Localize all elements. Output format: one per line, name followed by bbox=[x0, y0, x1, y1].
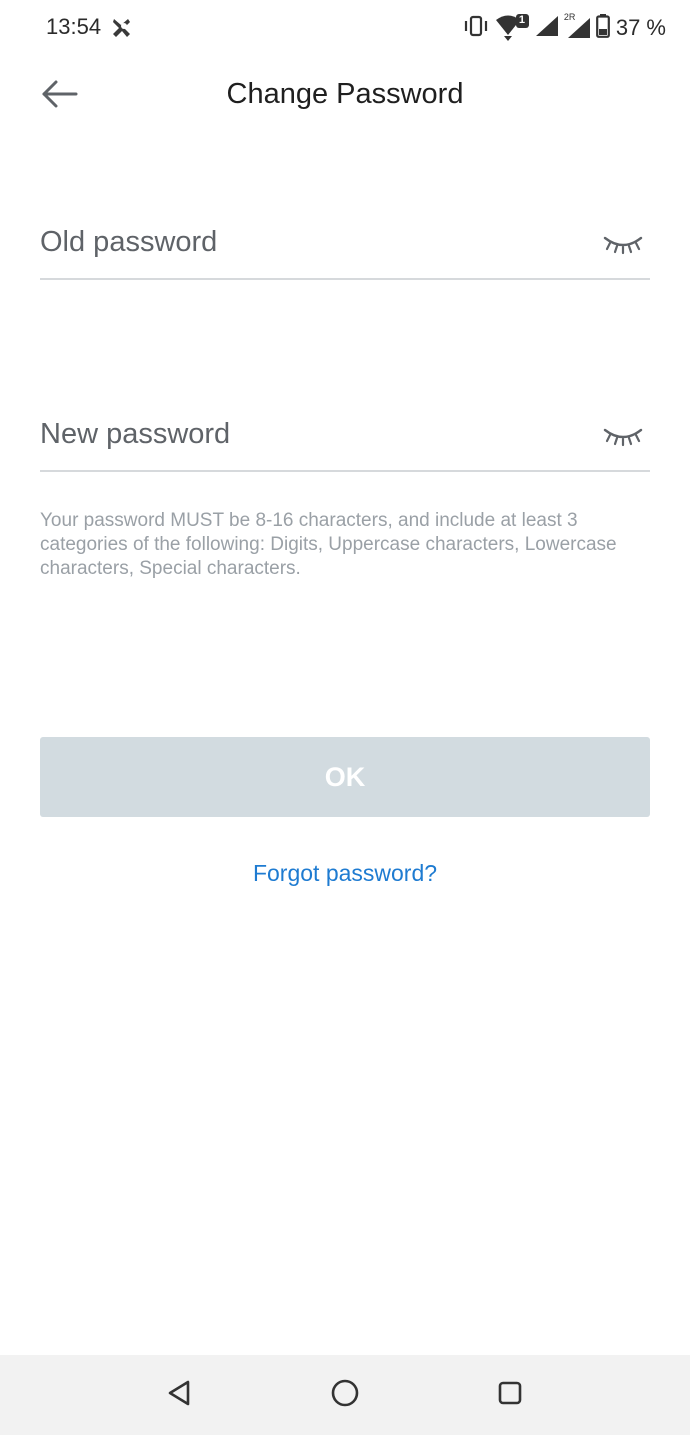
navigation-bar bbox=[0, 1355, 690, 1435]
eye-closed-icon[interactable] bbox=[602, 424, 644, 450]
eye-closed-icon[interactable] bbox=[602, 232, 644, 258]
nav-back-button[interactable] bbox=[161, 1377, 197, 1413]
nav-back-icon bbox=[164, 1378, 194, 1413]
password-requirements-hint: Your password MUST be 8-16 characters, a… bbox=[40, 510, 617, 579]
status-bar: 13:54 1 2R 37 % bbox=[0, 0, 690, 56]
nav-home-button[interactable] bbox=[327, 1377, 363, 1413]
new-password-field[interactable]: New password bbox=[40, 406, 650, 472]
sim2-signal-icon: 2R bbox=[564, 12, 592, 40]
app-notification-icon bbox=[110, 16, 134, 40]
old-password-field[interactable]: Old password bbox=[40, 214, 650, 280]
status-icons: 1 2R 37 % bbox=[462, 12, 666, 43]
old-password-placeholder: Old password bbox=[40, 226, 218, 258]
forgot-password-link[interactable]: Forgot password? bbox=[0, 860, 690, 887]
new-password-placeholder: New password bbox=[40, 418, 231, 450]
vibrate-icon bbox=[462, 15, 490, 42]
sim2-label: 2R bbox=[563, 12, 576, 22]
wifi-icon: 1 bbox=[494, 14, 530, 42]
page-title: Change Password bbox=[226, 78, 464, 110]
sim1-signal-icon bbox=[534, 14, 560, 43]
nav-recents-icon bbox=[495, 1378, 525, 1413]
status-time: 13:54 bbox=[46, 14, 102, 39]
nav-recents-button[interactable] bbox=[492, 1377, 528, 1413]
nav-home-icon bbox=[329, 1377, 361, 1414]
battery-percent: 37 % bbox=[615, 15, 666, 40]
battery-icon bbox=[595, 13, 610, 43]
ok-button[interactable]: OK bbox=[40, 737, 650, 817]
wifi-badge: 1 bbox=[518, 14, 525, 26]
